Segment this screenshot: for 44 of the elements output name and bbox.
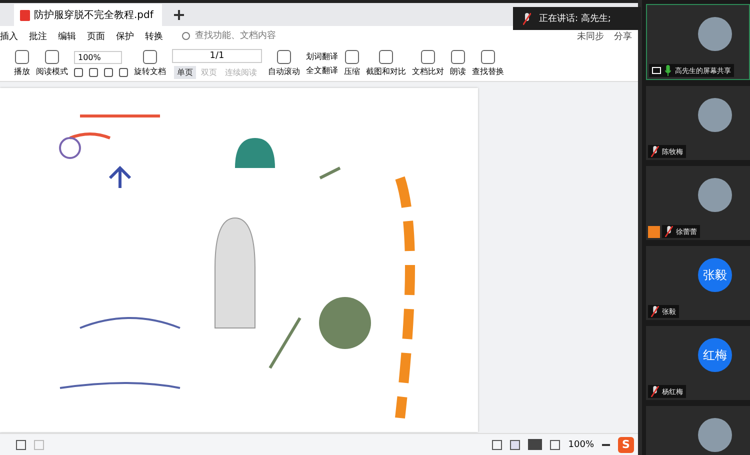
- translate-button[interactable]: 划词翻译: [306, 51, 338, 62]
- translate-button[interactable]: 全文翻译: [306, 65, 338, 76]
- toolbar-button[interactable]: 查找替换: [472, 50, 504, 77]
- menu-item[interactable]: 批注: [29, 30, 58, 43]
- muted-mic-icon: [523, 12, 531, 24]
- toolbar-icon: [481, 50, 495, 64]
- menu-item[interactable]: 保护: [116, 30, 145, 43]
- search-icon: [182, 32, 190, 40]
- toolbar-button[interactable]: 阅读模式: [36, 50, 68, 77]
- toolbar-icon: [451, 50, 465, 64]
- toolbar-icon: [379, 50, 393, 64]
- document-tab[interactable]: 防护服穿脱不完全教程.pdf: [14, 4, 162, 26]
- avatar-photo-placeholder: [698, 17, 732, 51]
- toolbar-button[interactable]: 播放: [14, 50, 30, 77]
- toolbar-button[interactable]: 文档比对: [412, 50, 444, 77]
- toolbar-icon: [277, 50, 291, 64]
- menu-item[interactable]: 插入: [0, 30, 29, 43]
- avatar: 红梅: [698, 338, 732, 372]
- speaking-text: 正在讲话: 高先生;: [539, 12, 611, 25]
- menu-item[interactable]: 编辑: [58, 30, 87, 43]
- toolbar-button[interactable]: 朗读: [450, 50, 466, 77]
- share-link[interactable]: 分享: [614, 30, 632, 43]
- zoom-level[interactable]: 100%: [568, 440, 594, 450]
- toolbar-icon: [345, 50, 359, 64]
- sync-status[interactable]: 未同步: [577, 30, 604, 43]
- toolbar-icon: [15, 50, 29, 64]
- tab-title: 防护服穿脱不完全教程.pdf: [34, 8, 154, 22]
- toolbar-button[interactable]: 旋转文档: [134, 50, 166, 77]
- avatar: 张毅: [698, 258, 732, 292]
- toolbar-icon: [45, 50, 59, 64]
- pdf-icon: [20, 10, 30, 20]
- zoom-select[interactable]: 100%: [74, 50, 122, 64]
- toolbar-icon: [421, 50, 435, 64]
- toolbar-button[interactable]: 自动滚动: [268, 50, 300, 77]
- toolbar-icon: [143, 50, 157, 64]
- avatar-photo-placeholder: [698, 418, 732, 452]
- menu-item[interactable]: 转换: [145, 30, 174, 43]
- menu-item[interactable]: 页面: [87, 30, 116, 43]
- avatar-photo-placeholder: [698, 178, 732, 212]
- view-mode-button[interactable]: 单页: [174, 66, 196, 78]
- page-number-field[interactable]: 1/1: [172, 48, 262, 62]
- avatar-photo-placeholder: [698, 98, 732, 132]
- toolbar-button[interactable]: 压缩: [344, 50, 360, 77]
- toolbar-button[interactable]: 截图和对比: [366, 50, 406, 77]
